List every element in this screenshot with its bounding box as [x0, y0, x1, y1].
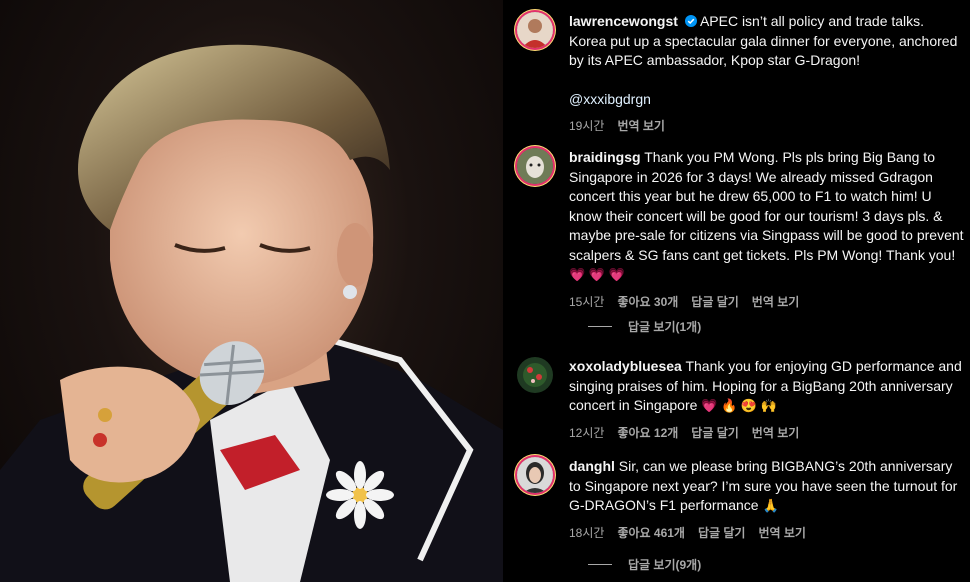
caption-username[interactable]: lawrencewongst — [569, 13, 678, 29]
avatar-xoxoladybluesea-icon — [517, 357, 553, 393]
comment-body: Thank you PM Wong. Pls pls bring Big Ban… — [569, 149, 964, 263]
avatar[interactable] — [517, 12, 553, 48]
comment-meta: 12시간 좋아요 12개 답글 달기 번역 보기 — [569, 424, 965, 441]
view-replies-button[interactable]: 답글 보기(1개) — [628, 318, 701, 335]
likes-count[interactable]: 좋아요 12개 — [617, 424, 678, 441]
view-replies-button[interactable]: 답글 보기(9개) — [628, 556, 701, 573]
comment-time: 12시간 — [569, 425, 605, 440]
comment-item: xoxoladybluesea Thank you for enjoying G… — [517, 357, 965, 441]
mention-link[interactable]: @xxxibgdrgn — [569, 90, 965, 110]
avatar[interactable] — [517, 148, 553, 184]
avatar-lawrencewongst-icon — [517, 12, 553, 48]
post-caption: lawrencewongst APEC isn’t all policy and… — [517, 12, 965, 134]
caption-meta: 19시간 번역 보기 — [569, 117, 965, 134]
comment-text: braidingsg Thank you PM Wong. Pls pls br… — [569, 148, 965, 285]
translate-button[interactable]: 번역 보기 — [617, 117, 665, 134]
comment-time: 15시간 — [569, 294, 605, 309]
likes-count[interactable]: 좋아요 461개 — [617, 524, 685, 541]
comment-username[interactable]: xoxoladybluesea — [569, 358, 682, 374]
performer-photo — [0, 44, 503, 582]
comment-text: danghl Sir, can we please bring BIGBANG’… — [569, 457, 965, 516]
caption-text: lawrencewongst APEC isn’t all policy and… — [569, 12, 965, 109]
comment-emojis: 💗 🔥 😍 🙌 — [701, 398, 777, 413]
comment-meta: 18시간 좋아요 461개 답글 달기 번역 보기 — [569, 524, 965, 541]
translate-button[interactable]: 번역 보기 — [752, 424, 800, 441]
comment-emojis: 🙏 — [762, 498, 779, 513]
comment-meta: 15시간 좋아요 30개 답글 달기 번역 보기 — [569, 293, 965, 310]
comment-text: xoxoladybluesea Thank you for enjoying G… — [569, 357, 965, 416]
replies-divider — [588, 326, 612, 327]
verified-badge-icon — [684, 15, 697, 27]
translate-button[interactable]: 번역 보기 — [752, 293, 800, 310]
post-photo — [0, 0, 503, 582]
comments-panel: lawrencewongst APEC isn’t all policy and… — [503, 0, 970, 582]
likes-count[interactable]: 좋아요 30개 — [617, 293, 678, 310]
replies-divider — [588, 564, 612, 565]
comment-username[interactable]: danghl — [569, 458, 615, 474]
avatar-danghl-icon — [517, 457, 553, 493]
reply-button[interactable]: 답글 달기 — [698, 524, 746, 541]
comment-item: danghl Sir, can we please bring BIGBANG’… — [517, 457, 965, 541]
avatar[interactable] — [517, 357, 553, 393]
avatar-braidingsg-icon — [517, 148, 553, 184]
reply-button[interactable]: 답글 달기 — [691, 293, 739, 310]
avatar[interactable] — [517, 457, 553, 493]
translate-button[interactable]: 번역 보기 — [758, 524, 806, 541]
comment-emojis: 💗 💗 💗 — [569, 267, 625, 282]
caption-time: 19시간 — [569, 119, 605, 133]
reply-button[interactable]: 답글 달기 — [691, 424, 739, 441]
view-replies[interactable]: 답글 보기(1개) — [517, 318, 965, 335]
comment-username[interactable]: braidingsg — [569, 149, 641, 165]
comment-item: braidingsg Thank you PM Wong. Pls pls br… — [517, 148, 965, 310]
view-replies[interactable]: 답글 보기(9개) — [517, 556, 965, 573]
comment-time: 18시간 — [569, 525, 605, 540]
